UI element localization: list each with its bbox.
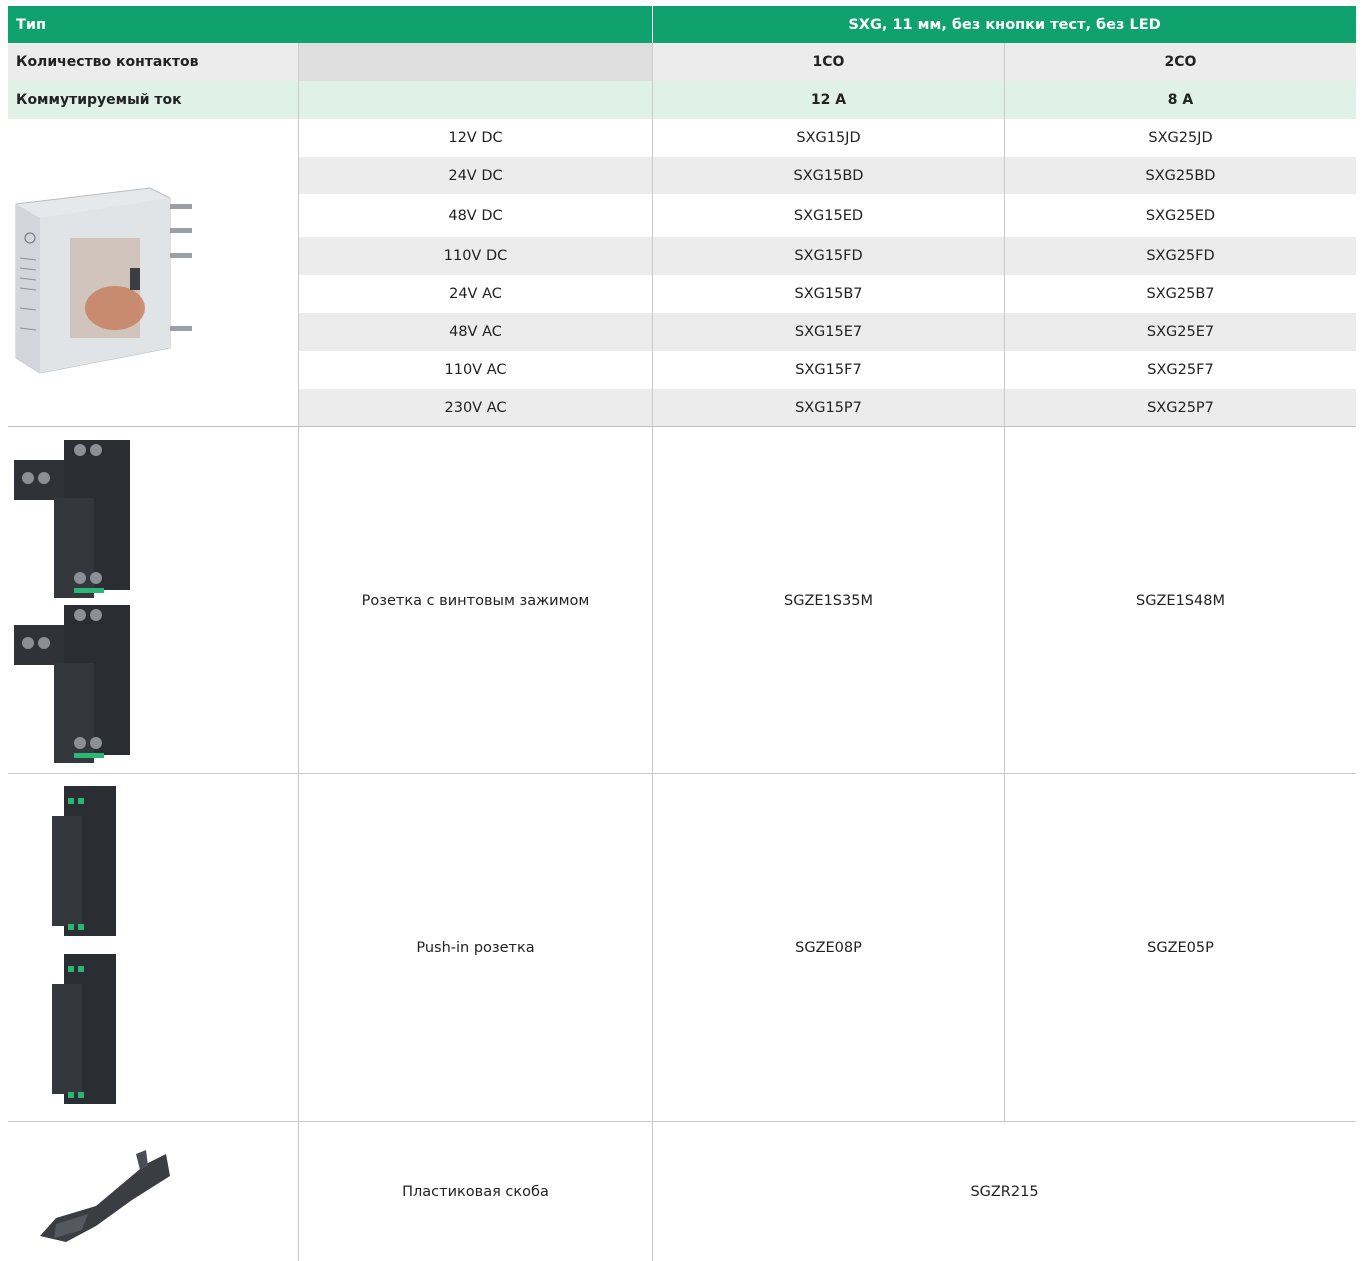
table-row: 48V DC SXG15ED SXG25ED — [8, 194, 1356, 237]
accessory-name: Push-in розетка — [298, 774, 652, 1121]
table-header-row: Тип SXG, 11 мм, без кнопки тест, без LED — [8, 6, 1356, 43]
code-1co-cell: SXG15F7 — [652, 351, 1004, 389]
accessory-row-plastic-clip: Пластиковая скоба SGZR215 — [8, 1122, 1356, 1261]
contacts-row: Количество контактов 1CO 2CO — [8, 43, 1356, 81]
relay-photo — [15, 187, 192, 374]
table-row: 24V DC SXG15BD SXG25BD — [8, 157, 1356, 194]
code-1co-cell: SXG15FD — [652, 237, 1004, 275]
voltage-cell: 24V DC — [298, 157, 652, 194]
push-in-socket-photo — [52, 786, 116, 1104]
code-2co-cell: SXG25E7 — [1004, 313, 1356, 351]
code-all-cell: SGZR215 — [652, 1122, 1356, 1261]
current-empty-cell — [298, 81, 652, 119]
current-label: Коммутируемый ток — [16, 92, 182, 108]
table-row: 110V DC SXG15FD SXG25FD — [8, 237, 1356, 275]
code-2co-cell: SGZE05P — [1004, 774, 1356, 1121]
voltage-cell: 230V AC — [298, 389, 652, 426]
code-1co-cell: SXG15BD — [652, 157, 1004, 194]
code-1co-cell: SXG15B7 — [652, 275, 1004, 313]
accessory-row-screw-socket: Розетка с винтовым зажимом SGZE1S35M SGZ… — [8, 427, 1356, 774]
code-2co-cell: SXG25FD — [1004, 237, 1356, 275]
table-row: 48V AC SXG15E7 SXG25E7 — [8, 313, 1356, 351]
code-1co-cell: SXG15JD — [652, 119, 1004, 157]
code-1co-cell: SXG15ED — [652, 194, 1004, 237]
voltage-cell: 48V AC — [298, 313, 652, 351]
contacts-1co: 1CO — [652, 43, 1004, 81]
contacts-2co: 2CO — [1004, 43, 1356, 81]
series-title: SXG, 11 мм, без кнопки тест, без LED — [652, 6, 1356, 43]
current-row: Коммутируемый ток 12 А 8 А — [8, 81, 1356, 119]
accessory-name: Пластиковая скоба — [298, 1122, 652, 1261]
code-2co-cell: SXG25BD — [1004, 157, 1356, 194]
screw-socket-photo — [14, 440, 130, 763]
current-2co: 8 А — [1004, 81, 1356, 119]
code-2co-cell: SXG25B7 — [1004, 275, 1356, 313]
accessory-row-push-in-socket: Push-in розетка SGZE08P SGZE05P — [8, 774, 1356, 1121]
current-1co: 12 А — [652, 81, 1004, 119]
voltage-cell: 12V DC — [298, 119, 652, 157]
table-row: 230V AC SXG15P7 SXG25P7 — [8, 389, 1356, 426]
table-row: 110V AC SXG15F7 SXG25F7 — [8, 351, 1356, 389]
code-2co-cell: SXG25ED — [1004, 194, 1356, 237]
code-1co-cell: SXG15E7 — [652, 313, 1004, 351]
accessory-name: Розетка с винтовым зажимом — [298, 427, 652, 774]
voltage-cell: 110V DC — [298, 237, 652, 275]
code-1co-cell: SGZE08P — [652, 774, 1004, 1121]
table-row: 12V DC SXG15JD SXG25JD — [8, 119, 1356, 157]
type-header: Тип — [16, 16, 47, 33]
code-1co-cell: SXG15P7 — [652, 389, 1004, 426]
contacts-label: Количество контактов — [16, 54, 199, 70]
voltage-cell: 110V AC — [298, 351, 652, 389]
code-2co-cell: SGZE1S48M — [1004, 427, 1356, 774]
contacts-empty-cell — [298, 43, 652, 81]
code-2co-cell: SXG25F7 — [1004, 351, 1356, 389]
code-2co-cell: SXG25JD — [1004, 119, 1356, 157]
voltage-cell: 24V AC — [298, 275, 652, 313]
plastic-clip-photo — [40, 1150, 170, 1242]
code-2co-cell: SXG25P7 — [1004, 389, 1356, 426]
code-1co-cell: SGZE1S35M — [652, 427, 1004, 774]
table-row: 24V AC SXG15B7 SXG25B7 — [8, 275, 1356, 313]
voltage-cell: 48V DC — [298, 194, 652, 237]
